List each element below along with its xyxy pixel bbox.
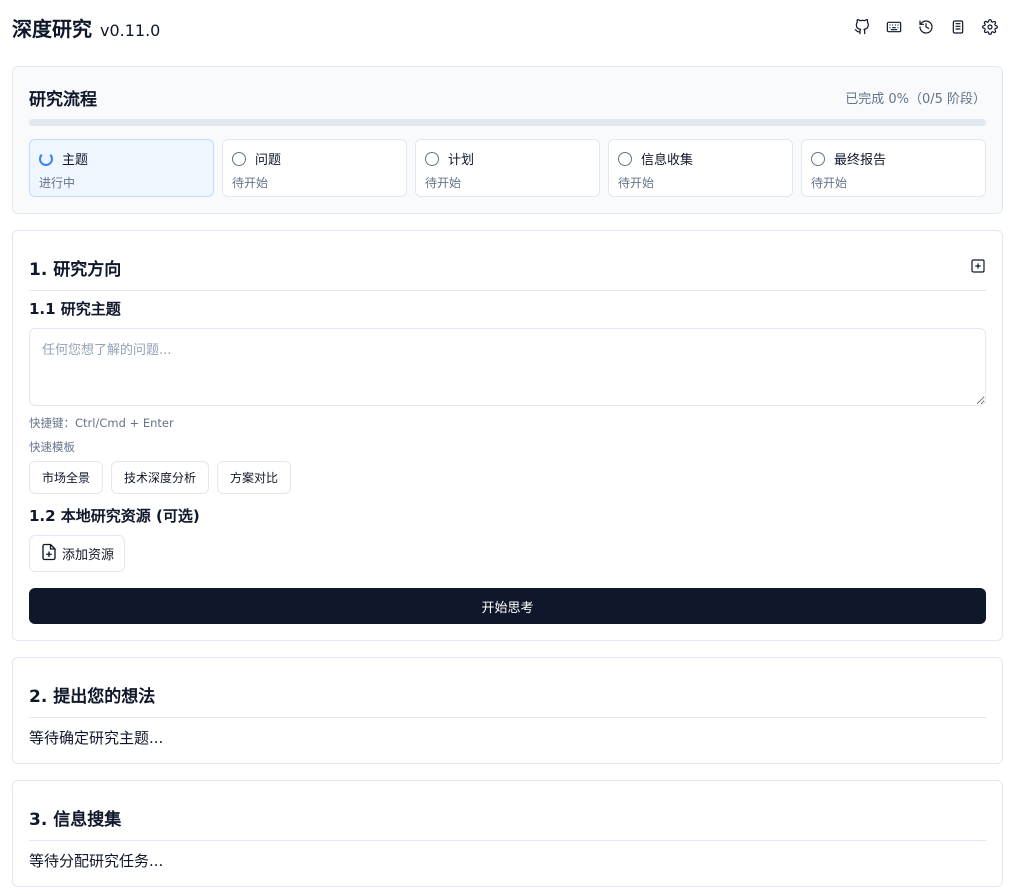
keyboard-icon[interactable] <box>885 18 903 36</box>
stage-name: 信息收集 <box>641 153 694 168</box>
template-button-comparison[interactable]: 方案对比 <box>217 461 292 494</box>
header-toolbar <box>853 18 1003 36</box>
stage-plan[interactable]: 计划 待开始 <box>415 139 600 197</box>
stage-collection[interactable]: 信息收集 待开始 <box>608 139 793 197</box>
app-title: 深度研究 <box>12 16 92 41</box>
app-header: 深度研究 v0.11.0 <box>12 10 1003 44</box>
section-title: 3. 信息搜集 <box>29 810 122 830</box>
start-thinking-button[interactable]: 开始思考 <box>29 588 986 624</box>
workflow-progress-text: 已完成 0%（0/5 阶段） <box>845 92 986 107</box>
stage-status: 待开始 <box>811 176 848 190</box>
circle-icon <box>232 151 246 166</box>
history-icon[interactable] <box>917 18 935 36</box>
add-resource-label: 添加资源 <box>62 548 115 563</box>
settings-icon[interactable] <box>981 18 999 36</box>
waiting-text: 等待确定研究主题... <box>29 729 164 747</box>
stage-name: 最终报告 <box>834 153 887 168</box>
templates-label: 快速模板 <box>29 440 75 454</box>
section-title: 2. 提出您的想法 <box>29 687 156 707</box>
topic-subtitle: 1.1 研究主题 <box>29 300 121 318</box>
template-button-tech-analysis[interactable]: 技术深度分析 <box>111 461 210 494</box>
stage-name: 主题 <box>62 153 89 168</box>
stage-status: 待开始 <box>618 176 655 190</box>
ideas-card: 2. 提出您的想法 等待确定研究主题... <box>12 657 1003 764</box>
stage-name: 问题 <box>255 153 282 168</box>
section-title: 1. 研究方向 <box>29 260 122 280</box>
shortcut-hint: 快捷键：Ctrl/Cmd + Enter <box>29 416 174 430</box>
circle-icon <box>811 151 825 166</box>
research-direction-card: 1. 研究方向 1.1 研究主题 快捷键：Ctrl/Cmd + Enter 快速… <box>12 230 1003 641</box>
stage-status: 进行中 <box>39 176 76 190</box>
add-resource-button[interactable]: 添加资源 <box>29 535 126 572</box>
app-version: v0.11.0 <box>100 20 161 40</box>
section-header: 1. 研究方向 <box>29 255 986 291</box>
github-icon[interactable] <box>853 18 871 36</box>
section-header: 3. 信息搜集 <box>29 805 986 841</box>
brand: 深度研究 v0.11.0 <box>12 13 160 42</box>
circle-icon <box>425 151 439 166</box>
workflow-card: 研究流程 已完成 0%（0/5 阶段） 主题 进行中 问题 待开始 计划 待开始… <box>12 66 1003 214</box>
topic-input[interactable] <box>29 328 986 406</box>
stage-status: 待开始 <box>425 176 462 190</box>
book-icon[interactable] <box>949 18 967 36</box>
info-collection-card: 3. 信息搜集 等待分配研究任务... <box>12 780 1003 887</box>
workflow-stages: 主题 进行中 问题 待开始 计划 待开始 信息收集 待开始 最终报告 待开始 <box>29 139 986 197</box>
workflow-progress-bar <box>29 119 986 126</box>
file-plus-icon <box>40 543 58 565</box>
app-root: 深度研究 v0.11.0 研究流程 已完成 0%（0/5 阶段） 主题 进行中 … <box>0 0 1015 894</box>
loading-spinner-icon <box>39 151 53 166</box>
waiting-text: 等待分配研究任务... <box>29 852 164 870</box>
plus-square-icon[interactable] <box>970 258 986 278</box>
stage-name: 计划 <box>448 153 475 168</box>
template-list: 市场全景 技术深度分析 方案对比 <box>29 461 292 494</box>
stage-status: 待开始 <box>232 176 269 190</box>
stage-questions[interactable]: 问题 待开始 <box>222 139 407 197</box>
section-header: 2. 提出您的想法 <box>29 682 986 718</box>
workflow-header: 研究流程 已完成 0%（0/5 阶段） <box>29 85 986 110</box>
stage-report[interactable]: 最终报告 待开始 <box>801 139 986 197</box>
circle-icon <box>618 151 632 166</box>
template-button-market[interactable]: 市场全景 <box>29 461 104 494</box>
workflow-title: 研究流程 <box>29 90 97 110</box>
stage-topic[interactable]: 主题 进行中 <box>29 139 214 197</box>
resources-subtitle: 1.2 本地研究资源 (可选) <box>29 507 200 525</box>
